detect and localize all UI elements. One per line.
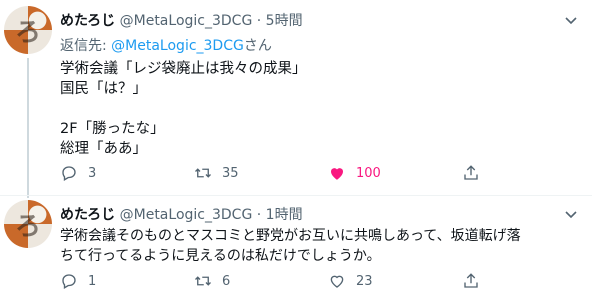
thread-connector — [27, 58, 29, 198]
share-button[interactable] — [462, 272, 480, 290]
tweet-2[interactable]: ろ めたろじ @MetaLogic_3DCG · 1時間 学術会議そのものとマス… — [0, 196, 592, 301]
share-icon — [464, 273, 478, 288]
reply-prefix: 返信先: — [60, 38, 112, 54]
tweet-line: 学術会議そのものとマスコミと野党がお互いに共鳴しあって、坂道転げ落 — [60, 228, 521, 244]
like-button[interactable]: 100 — [328, 164, 381, 182]
user-handle[interactable]: @MetaLogic_3DCG — [120, 207, 253, 223]
chevron-down-icon[interactable] — [564, 13, 578, 27]
tweet-header: めたろじ @MetaLogic_3DCG · 5時間 — [60, 10, 303, 30]
retweet-button[interactable]: 6 — [194, 272, 230, 290]
display-name[interactable]: めたろじ — [60, 207, 115, 223]
separator-dot: · — [256, 207, 262, 223]
tweet-1[interactable]: ろ めたろじ @MetaLogic_3DCG · 5時間 返信先: @MetaL… — [0, 0, 592, 198]
tweet-text: 学術会議「レジ袋廃止は我々の成果」 国民「は？」 2F「勝ったな」 総理「ああ」 — [60, 59, 307, 159]
reply-button[interactable]: 3 — [60, 164, 96, 182]
user-handle[interactable]: @MetaLogic_3DCG — [120, 13, 253, 29]
timestamp[interactable]: 5時間 — [266, 13, 303, 29]
tweet-line: 国民「は？」 — [60, 81, 147, 97]
reply-suffix: さん — [243, 38, 272, 54]
reply-context: 返信先: @MetaLogic_3DCGさん — [60, 35, 272, 55]
reply-count: 1 — [88, 273, 97, 289]
timestamp[interactable]: 1時間 — [266, 207, 303, 223]
avatar[interactable]: ろ — [4, 200, 52, 248]
avatar[interactable]: ろ — [4, 6, 52, 54]
tweet-line: 学術会議「レジ袋廃止は我々の成果」 — [60, 61, 307, 77]
reply-icon — [62, 274, 76, 289]
retweet-icon — [195, 168, 211, 178]
display-name[interactable]: めたろじ — [60, 13, 115, 29]
share-button[interactable] — [462, 164, 480, 182]
tweet-text: 学術会議そのものとマスコミと野党がお互いに共鳴しあって、坂道転げ落 ちて行ってる… — [60, 226, 521, 266]
chevron-down-icon[interactable] — [564, 207, 578, 221]
separator-dot: · — [256, 13, 262, 29]
reply-mention-link[interactable]: @MetaLogic_3DCG — [111, 38, 244, 54]
reply-count: 3 — [88, 165, 97, 181]
tweet-actions: 1 6 23 — [60, 272, 580, 292]
tweet-line — [60, 99, 307, 119]
tweet-line: 総理「ああ」 — [60, 141, 147, 157]
reply-icon — [62, 166, 76, 181]
reply-button[interactable]: 1 — [60, 272, 96, 290]
tweet-line: ちて行ってるように見えるのは私だけでしょうか。 — [60, 248, 381, 264]
share-icon — [464, 165, 478, 180]
like-icon — [331, 168, 343, 180]
retweet-icon — [195, 276, 211, 286]
retweet-count: 6 — [222, 273, 231, 289]
like-button[interactable]: 23 — [328, 272, 373, 290]
tweet-line: 2F「勝ったな」 — [60, 121, 165, 137]
tweet-actions: 3 35 100 — [60, 164, 580, 184]
like-icon — [330, 275, 344, 288]
retweet-button[interactable]: 35 — [194, 164, 239, 182]
like-count: 100 — [356, 165, 381, 181]
retweet-count: 35 — [222, 165, 239, 181]
tweet-header: めたろじ @MetaLogic_3DCG · 1時間 — [60, 204, 303, 224]
like-count: 23 — [356, 273, 373, 289]
